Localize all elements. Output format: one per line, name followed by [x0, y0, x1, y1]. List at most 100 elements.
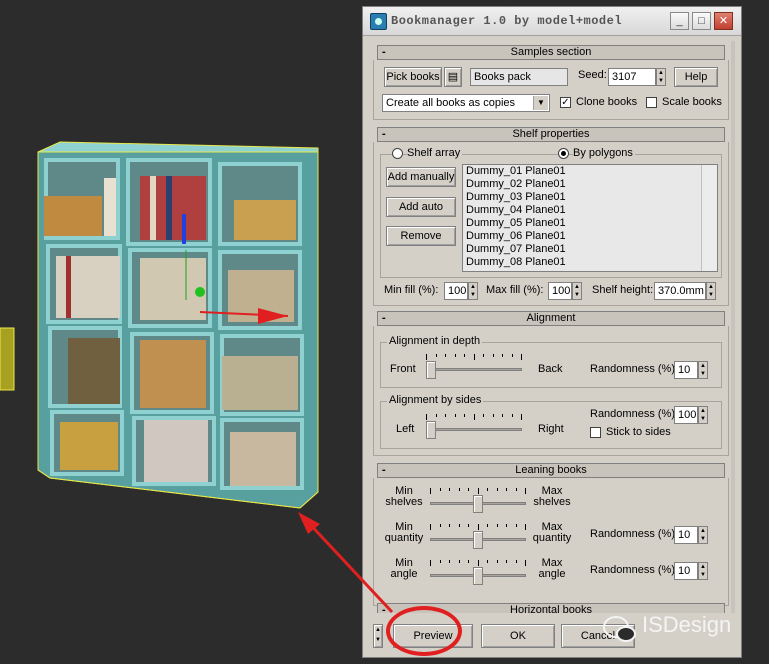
- close-button[interactable]: ✕: [714, 12, 733, 30]
- mode-dropdown[interactable]: Create all books as copies ▼: [382, 94, 550, 112]
- clone-books-label: Clone books: [576, 96, 638, 108]
- depth-randomness-spinner[interactable]: ▲ ▼: [698, 361, 708, 379]
- right-label: Right: [538, 423, 564, 435]
- shelf-height-input[interactable]: 370.0mm: [654, 282, 706, 300]
- shelves-slider[interactable]: [430, 486, 526, 514]
- list-item[interactable]: Dummy_08 Plane01: [463, 256, 717, 269]
- angle-randomness-spinner[interactable]: ▲ ▼: [698, 562, 708, 580]
- mode-dropdown-value: Create all books as copies: [386, 97, 516, 109]
- slider-thumb[interactable]: [473, 567, 483, 585]
- shelf-height-label: Shelf height:: [592, 284, 654, 296]
- shelf-top: [37, 141, 319, 153]
- chevron-down-icon[interactable]: ▼: [533, 96, 548, 110]
- add-manually-button[interactable]: Add manually: [386, 167, 456, 187]
- sides-slider[interactable]: [426, 412, 522, 440]
- slider-tick: [487, 488, 488, 491]
- shelf-list[interactable]: Dummy_01 Plane01 Dummy_02 Plane01 Dummy_…: [462, 164, 718, 272]
- slider-tick: [430, 488, 431, 494]
- seed-spinner[interactable]: ▲ ▼: [656, 68, 666, 86]
- sides-randomness-input[interactable]: 100: [674, 406, 698, 424]
- max-shelves-label: Max shelves: [533, 485, 571, 508]
- quantity-randomness-spinner[interactable]: ▲ ▼: [698, 526, 708, 544]
- shelf-height-spinner[interactable]: ▲ ▼: [706, 282, 716, 300]
- collapse-icon: -: [382, 604, 386, 613]
- panel-scrollbar[interactable]: [731, 41, 735, 613]
- scale-books-checkbox[interactable]: [646, 97, 657, 108]
- slider-tick: [464, 354, 465, 357]
- leaning-header-label: Leaning books: [515, 464, 587, 476]
- shelf-properties-body: Shelf array By polygons Add manually Add…: [373, 142, 729, 306]
- ok-button[interactable]: OK: [481, 624, 555, 648]
- slider-thumb[interactable]: [473, 531, 483, 549]
- list-scrollbar[interactable]: [701, 165, 717, 271]
- slider-tick: [449, 524, 450, 527]
- slider-tick: [492, 354, 494, 357]
- slider-tick: [473, 414, 475, 420]
- sides-randomness-spinner[interactable]: ▲ ▼: [698, 406, 708, 424]
- samples-section-header[interactable]: - Samples section: [377, 45, 725, 60]
- clone-books-checkbox[interactable]: ✓: [560, 97, 571, 108]
- min-fill-label: Min fill (%):: [384, 284, 439, 296]
- slider-tick: [445, 354, 446, 357]
- shelf-array-radio[interactable]: [392, 148, 403, 159]
- leaning-books-header[interactable]: - Leaning books: [377, 463, 725, 478]
- min-fill-spinner[interactable]: ▲ ▼: [468, 282, 478, 300]
- quantity-slider[interactable]: [430, 522, 526, 550]
- angle-randomness-input[interactable]: 10: [674, 562, 698, 580]
- collapse-icon: -: [382, 46, 386, 58]
- slider-tick: [492, 414, 494, 417]
- slider-tick: [458, 488, 460, 491]
- slider-tick: [435, 354, 437, 357]
- list-item[interactable]: Dummy_01 Plane01: [463, 165, 717, 178]
- max-fill-spinner[interactable]: ▲ ▼: [572, 282, 582, 300]
- by-polygons-radio[interactable]: [558, 148, 569, 159]
- list-item[interactable]: Dummy_03 Plane01: [463, 191, 717, 204]
- alignment-header-label: Alignment: [526, 312, 576, 324]
- list-item[interactable]: Dummy_06 Plane01: [463, 230, 717, 243]
- slider-tick: [506, 488, 507, 491]
- add-auto-button[interactable]: Add auto: [386, 197, 456, 217]
- list-item[interactable]: Dummy_04 Plane01: [463, 204, 717, 217]
- slider-thumb[interactable]: [426, 421, 436, 439]
- list-item[interactable]: Dummy_02 Plane01: [463, 178, 717, 191]
- slider-thumb[interactable]: [426, 361, 436, 379]
- slider-tick: [496, 524, 498, 527]
- depth-group-title: Alignment in depth: [387, 335, 483, 347]
- pick-list-button[interactable]: ▤: [444, 67, 462, 87]
- list-item[interactable]: Dummy_05 Plane01: [463, 217, 717, 230]
- min-shelves-label: Min shelves: [385, 485, 423, 508]
- pick-books-button[interactable]: Pick books: [384, 67, 442, 87]
- slider-tick: [496, 488, 498, 491]
- slider-tick: [487, 560, 488, 563]
- samples-section-body: Pick books ▤ Books pack Seed: 3107 ▲ ▼ He…: [373, 60, 729, 120]
- quantity-randomness-input[interactable]: 10: [674, 526, 698, 544]
- remove-button[interactable]: Remove: [386, 226, 456, 246]
- slider-tick: [449, 560, 450, 563]
- help-button[interactable]: Help: [674, 67, 718, 87]
- min-fill-input[interactable]: 100: [444, 282, 468, 300]
- footer-spinner[interactable]: ▲ ▼: [373, 624, 383, 648]
- title-bar[interactable]: Bookmanager 1.0 by model+model _ □ ✕: [363, 7, 741, 36]
- collapse-icon: -: [382, 128, 386, 140]
- angle-slider[interactable]: [430, 558, 526, 586]
- list-icon: ▤: [447, 71, 459, 83]
- maximize-button[interactable]: □: [692, 12, 711, 30]
- rollout-panel[interactable]: - Samples section Pick books ▤ Books pac…: [373, 41, 729, 613]
- depth-randomness-input[interactable]: 10: [674, 361, 698, 379]
- minimize-button[interactable]: _: [670, 12, 689, 30]
- list-item[interactable]: Dummy_07 Plane01: [463, 243, 717, 256]
- stick-to-sides-checkbox[interactable]: [590, 427, 601, 438]
- books-pack-field[interactable]: Books pack: [470, 68, 568, 86]
- max-fill-input[interactable]: 100: [548, 282, 572, 300]
- slider-tick: [502, 354, 503, 357]
- alignment-header[interactable]: - Alignment: [377, 311, 725, 326]
- slider-thumb[interactable]: [473, 495, 483, 513]
- viewport-3d[interactable]: [0, 0, 362, 664]
- depth-slider[interactable]: [426, 352, 522, 380]
- seed-input[interactable]: 3107: [608, 68, 656, 86]
- slider-tick: [439, 524, 441, 527]
- slider-ticks: [430, 560, 526, 566]
- shelf-properties-header[interactable]: - Shelf properties: [377, 127, 725, 142]
- slider-tick: [439, 560, 441, 563]
- max-quantity-label: Max quantity: [532, 521, 572, 544]
